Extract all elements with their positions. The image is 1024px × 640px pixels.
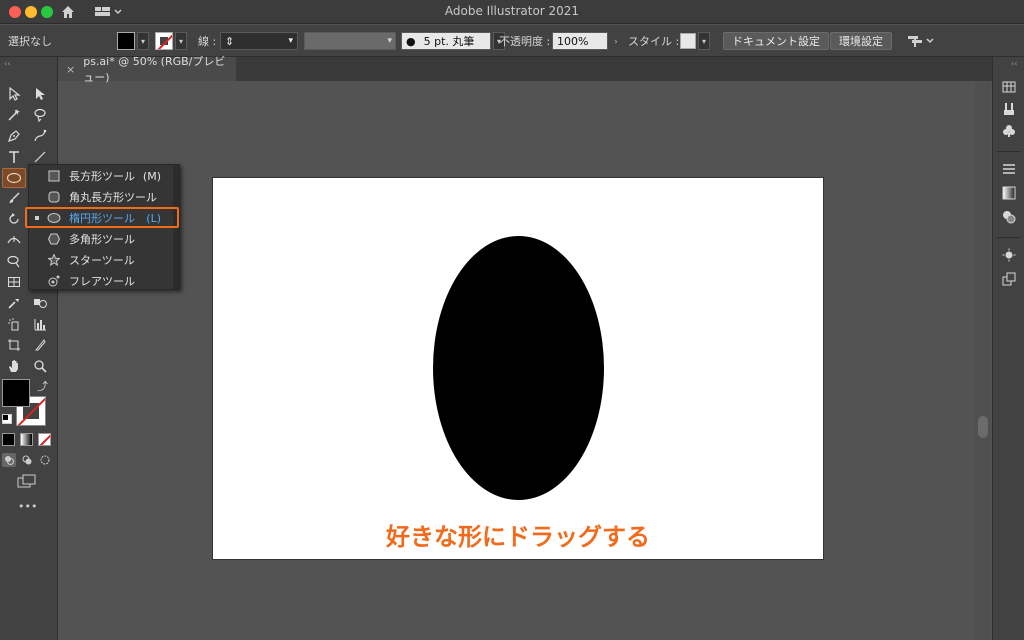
scrollbar-thumb[interactable]	[978, 416, 988, 438]
flyout-item-shortcut: (M)	[142, 169, 161, 183]
flyout-item-label: 多角形ツール	[69, 233, 135, 246]
star-icon	[47, 253, 61, 267]
symbol-sprayer-tool-icon[interactable]	[5, 315, 23, 333]
default-fill-stroke-icon[interactable]	[2, 414, 12, 424]
ellipse-shape[interactable]	[433, 236, 604, 500]
rotate-tool-icon[interactable]	[5, 210, 23, 228]
flyout-item-label: スターツール	[69, 254, 135, 267]
swap-fill-stroke-icon[interactable]: ⤴	[37, 378, 48, 394]
type-tool-icon[interactable]	[5, 148, 23, 166]
rectangle-icon	[47, 169, 61, 183]
tools-panel: ‹‹ ⤴ •••	[0, 57, 58, 640]
none-mode-icon[interactable]	[38, 433, 51, 446]
slice-tool-icon[interactable]	[31, 336, 49, 354]
gradient-panel-icon[interactable]	[1001, 185, 1017, 201]
chevron-down-icon[interactable]: ▾	[288, 36, 293, 46]
document-setup-button[interactable]: ドキュメント設定	[723, 32, 829, 50]
polygon-icon	[47, 232, 61, 246]
stroke-panel-icon[interactable]	[1001, 161, 1017, 177]
color-mode-icon[interactable]	[2, 433, 15, 446]
appearance-panel-icon[interactable]	[1001, 247, 1017, 263]
draw-inside-icon[interactable]	[38, 453, 52, 467]
opacity-field[interactable]: 100% ›	[552, 25, 622, 57]
ellipse-tool-highlight	[25, 207, 179, 228]
chevron-down-icon[interactable]: ▾	[175, 32, 187, 50]
brush-dot-icon: ●	[406, 34, 416, 48]
flare-icon	[47, 274, 61, 288]
rectangle-tool-item[interactable]: 長方形ツール (M)	[29, 166, 175, 186]
selection-tool-icon[interactable]	[5, 85, 23, 103]
curvature-tool-icon[interactable]	[31, 127, 49, 145]
panel-dock: ‹‹	[992, 57, 1024, 640]
direct-selection-tool-icon[interactable]	[31, 85, 49, 103]
stepper-icon[interactable]: ⇕	[225, 35, 234, 48]
opacity-label[interactable]: 不透明度 :	[499, 25, 550, 57]
fill-color-box[interactable]	[2, 379, 30, 407]
ellipse-tool-icon[interactable]	[2, 168, 26, 188]
draw-normal-icon[interactable]	[2, 453, 16, 467]
close-tab-icon[interactable]: ×	[66, 63, 75, 76]
expand-panels-icon[interactable]: ‹‹	[1011, 59, 1017, 68]
arrange-documents-icon[interactable]	[906, 25, 936, 57]
blend-tool-icon[interactable]	[31, 294, 49, 312]
gradient-mode-icon[interactable]	[20, 433, 33, 446]
eyedropper-tool-icon[interactable]	[5, 294, 23, 312]
fill-swatch[interactable]	[117, 32, 135, 50]
style-picker[interactable]: ▾	[680, 25, 710, 57]
selection-status: 選択なし	[8, 35, 52, 48]
chevron-down-icon[interactable]: ▾	[304, 32, 396, 50]
rounded-rectangle-icon	[47, 190, 61, 204]
flyout-item-label: 角丸長方形ツール	[69, 191, 157, 204]
lasso-tool-icon[interactable]	[31, 106, 49, 124]
style-label: スタイル :	[628, 35, 680, 48]
screen-mode-icon[interactable]	[16, 473, 38, 489]
brushes-icon[interactable]	[1001, 101, 1017, 117]
libraries-icon[interactable]	[1001, 79, 1017, 95]
variable-width-profile[interactable]: ▾	[304, 25, 396, 57]
paintbrush-tool-icon[interactable]	[5, 189, 23, 207]
perspective-grid-tool-icon[interactable]	[5, 273, 23, 291]
collapse-panel-icon[interactable]: ‹‹	[4, 59, 10, 68]
stroke-swatch[interactable]	[155, 32, 173, 50]
document-tab-bar: ‹‹ × ps.ai* @ 50% (RGB/プレビュー)	[58, 55, 992, 84]
edit-toolbar-icon[interactable]: •••	[18, 500, 37, 513]
document-tab-label: ps.ai* @ 50% (RGB/プレビュー)	[83, 55, 226, 84]
hand-tool-icon[interactable]	[5, 357, 23, 375]
rounded-rectangle-tool-item[interactable]: 角丸長方形ツール	[29, 187, 175, 207]
vertical-scrollbar[interactable]	[975, 81, 991, 640]
chevron-down-icon[interactable]: ▾	[137, 32, 149, 50]
magic-wand-tool-icon[interactable]	[5, 106, 23, 124]
star-tool-item[interactable]: スターツール	[29, 250, 175, 270]
preferences-button[interactable]: 環境設定	[830, 32, 892, 50]
flyout-item-label: 長方形ツール	[69, 170, 135, 183]
window-title: Adobe Illustrator 2021	[444, 4, 580, 18]
flyout-item-label: フレアツール	[69, 275, 135, 288]
chevron-down-icon[interactable]: ▾	[698, 32, 710, 50]
column-graph-tool-icon[interactable]	[31, 315, 49, 333]
polygon-tool-item[interactable]: 多角形ツール	[29, 229, 175, 249]
document-tab[interactable]: × ps.ai* @ 50% (RGB/プレビュー)	[58, 55, 236, 84]
flare-tool-item[interactable]: フレアツール	[29, 271, 175, 291]
artboard[interactable]: 好きな形にドラッグする	[213, 178, 823, 559]
title-bar: Adobe Illustrator 2021	[0, 0, 1024, 24]
style-swatch[interactable]	[680, 33, 696, 49]
instruction-caption: 好きな形にドラッグする	[386, 523, 650, 551]
graphic-styles-icon[interactable]	[1001, 271, 1017, 287]
transparency-panel-icon[interactable]	[1001, 209, 1017, 225]
shape-builder-tool-icon[interactable]	[5, 252, 23, 270]
brush-value: 5 pt. 丸筆	[423, 35, 475, 48]
symbols-icon[interactable]	[1001, 123, 1017, 139]
draw-behind-icon[interactable]	[20, 453, 34, 467]
chevron-right-icon[interactable]: ›	[610, 32, 622, 50]
pen-tool-icon[interactable]	[5, 127, 23, 145]
width-tool-icon[interactable]	[5, 231, 23, 249]
brush-definition-dropdown[interactable]: ● 5 pt. 丸筆 ▾	[401, 25, 505, 57]
artboard-tool-icon[interactable]	[5, 336, 23, 354]
opacity-value[interactable]: 100%	[552, 32, 608, 50]
zoom-tool-icon[interactable]	[31, 357, 49, 375]
